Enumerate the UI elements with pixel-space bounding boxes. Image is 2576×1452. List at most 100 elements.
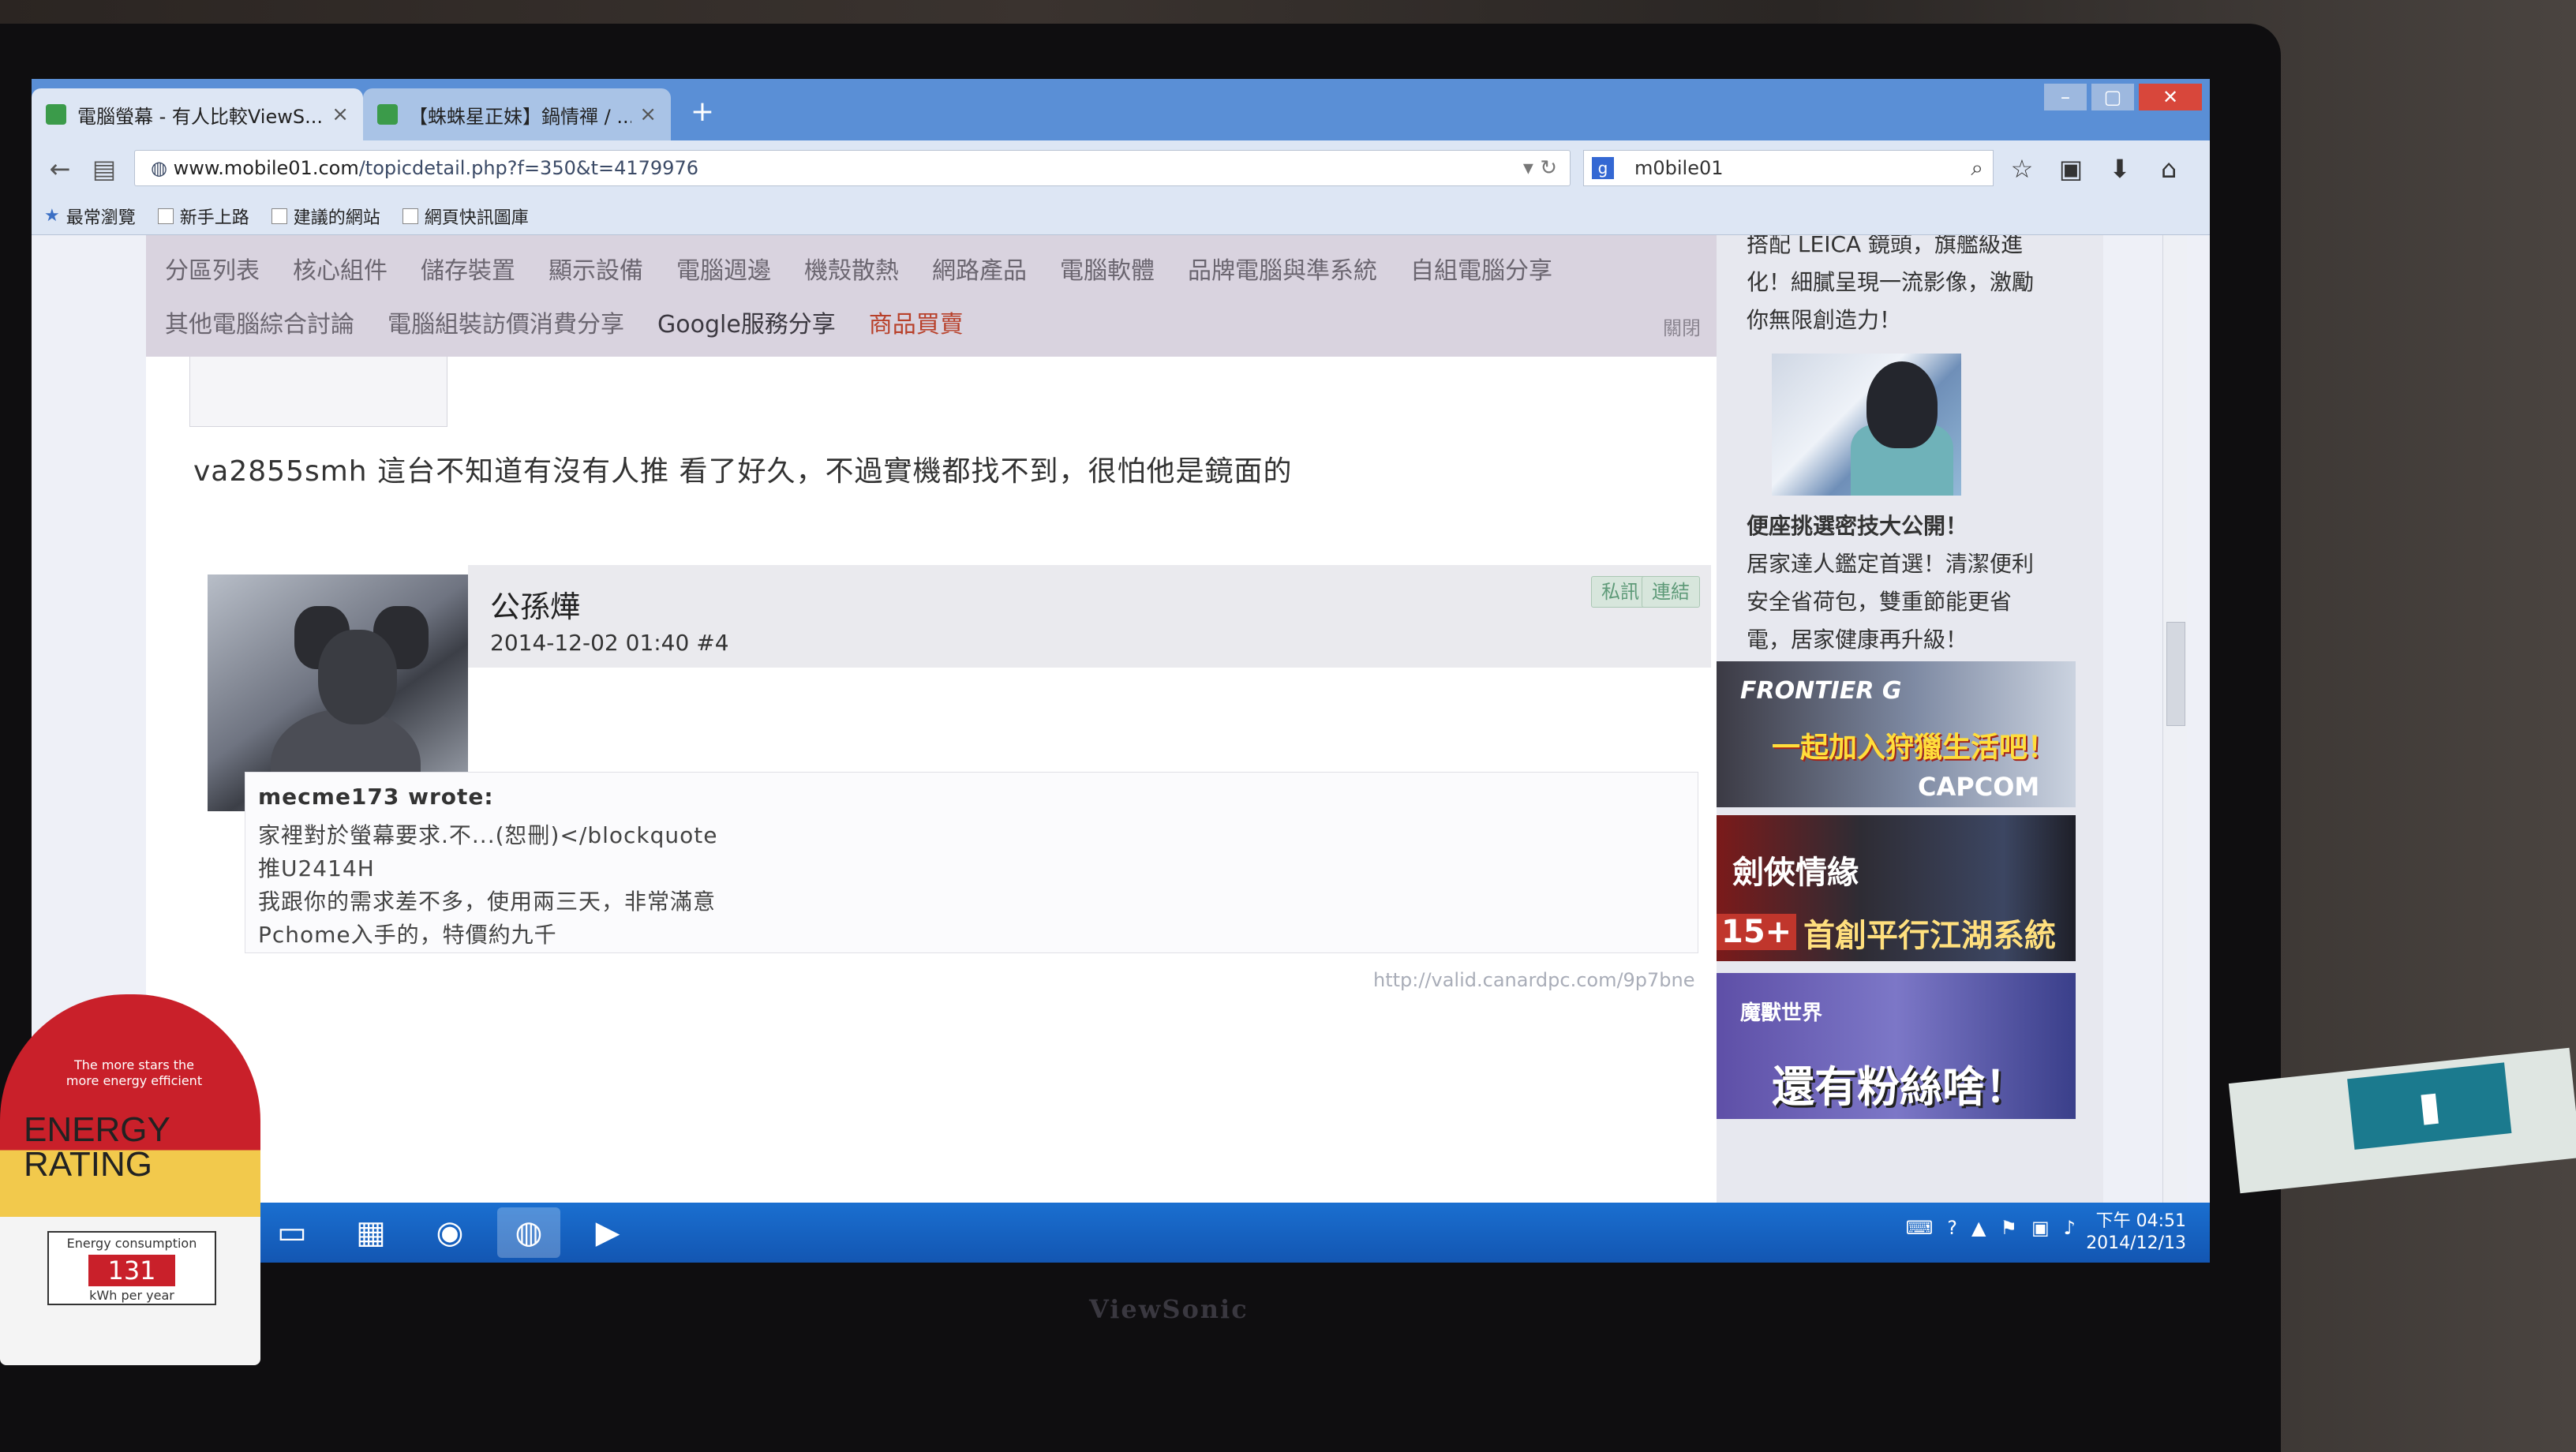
calculator-icon[interactable]: ▦ [339, 1207, 402, 1258]
star-icon[interactable]: ☆ [2005, 153, 2039, 185]
browser-toolbar: ← ▤ ◍ www.mobile01.com/topicdetail.php?f… [32, 140, 2210, 198]
play-icon[interactable]: ▶ [576, 1207, 639, 1258]
post-author[interactable]: 公孫燁 [490, 582, 580, 626]
globe-icon: ◍ [151, 157, 174, 179]
scrollbar-thumb[interactable] [2166, 622, 2185, 726]
flag-icon[interactable]: ⚑ [2000, 1217, 2017, 1239]
nav-item[interactable]: 網路產品 [932, 251, 1027, 286]
firefox-icon[interactable]: ◍ [497, 1207, 560, 1258]
keyboard-icon[interactable]: ⌨ [1906, 1217, 1934, 1239]
sidebar-line: 居家達人鑑定首選！清潔便利 [1747, 551, 2035, 577]
ad-text: 一起加入狩獵生活吧！ [1772, 732, 2057, 764]
minimize-icon[interactable]: – [2044, 84, 2087, 110]
sidebar-article-title[interactable]: 便座挑選密技大公開！ [1747, 507, 2094, 545]
clock[interactable]: 下午 04:51 2014/12/13 [2086, 1211, 2186, 1255]
nav-item[interactable]: 自組電腦分享 [1410, 251, 1552, 286]
url-host: www.mobile01.com [173, 157, 359, 179]
windows-taskbar: ▭ ▦ ◉ ◍ ▶ ⌨ ? ▲ ⚑ ▣ ♪ 下午 04:51 2014/12/1… [32, 1203, 2210, 1263]
network-icon[interactable]: ▣ [2031, 1217, 2050, 1239]
nav-close-button[interactable]: 關閉 [1663, 312, 1701, 340]
folder-icon[interactable]: ▤ [87, 152, 122, 186]
page-icon [271, 208, 287, 224]
site-favicon-icon [377, 104, 398, 125]
ad-text: 魔獸世界 [1740, 1001, 1823, 1025]
forum-nav-row-1: 分區列表 核心組件 儲存裝置 顯示設備 電腦週邊 機殼散熱 網路產品 電腦軟體 … [165, 251, 1552, 286]
bookmark-label: 建議的網站 [293, 208, 380, 228]
post-line: Pchome入手的，特價約九千 [258, 922, 557, 948]
nav-item[interactable]: 其他電腦綜合討論 [165, 305, 354, 339]
explorer-icon[interactable]: ▭ [260, 1207, 324, 1258]
new-tab-button[interactable]: + [685, 96, 720, 128]
bookmark-getting-started[interactable]: 新手上路 [157, 204, 249, 229]
nav-item[interactable]: 電腦週邊 [676, 251, 771, 286]
ad-banner-monster-hunter[interactable]: FRONTIER G 一起加入狩獵生活吧！ CAPCOM [1717, 661, 2076, 807]
energy-consumption-box: Energy consumption 131 kWh per year [47, 1231, 216, 1305]
menu-icon[interactable]: ≡ [2200, 153, 2210, 185]
ad-text: 劍俠情緣 [1732, 855, 1859, 891]
sidebar-line: 搭配 LEICA 鏡頭，旗艦級進 [1747, 235, 2024, 257]
bookmark-suggested-sites[interactable]: 建議的網站 [271, 204, 380, 229]
clock-time: 下午 04:51 [2095, 1211, 2186, 1231]
ad-banner-jx3[interactable]: 劍俠情緣 15+ 首創平行江湖系統 [1717, 815, 2076, 961]
search-input[interactable]: g m0bile01 ⌕ [1583, 150, 1994, 186]
clipboard-icon[interactable]: ▣ [2054, 153, 2088, 185]
sidebar-line: 化！細膩呈現一流影像，激勵 [1747, 269, 2035, 295]
system-tray: ⌨ ? ▲ ⚑ ▣ ♪ [1906, 1217, 2076, 1239]
page-scrollbar[interactable] [2162, 235, 2187, 1203]
sidebar-line: 安全省荷包，雙重節能更省 [1747, 589, 2012, 615]
google-search-icon: g [1592, 157, 1614, 179]
clock-date: 2014/12/13 [2086, 1233, 2186, 1253]
close-window-icon[interactable]: ✕ [2139, 84, 2202, 110]
nav-item[interactable]: Google服務分享 [657, 305, 836, 339]
tab-inactive[interactable]: 【蛛蛛星正妹】鍋情禪 / ... × [363, 88, 671, 140]
private-message-button[interactable]: 私訊 [1591, 576, 1649, 608]
address-bar[interactable]: ◍ www.mobile01.com/topicdetail.php?f=350… [134, 150, 1571, 186]
nav-item[interactable]: 電腦軟體 [1060, 251, 1155, 286]
tab-bar: 電腦螢幕 - 有人比較ViewS... × 【蛛蛛星正妹】鍋情禪 / ... ×… [32, 79, 2210, 140]
sidebar-ad-text: 搭配 LEICA 鏡頭，旗艦級進 化！細膩呈現一流影像，激勵 你無限創造力！ [1747, 235, 2094, 339]
nav-item[interactable]: 儲存裝置 [421, 251, 515, 286]
monitor-brand: ViewSonic [1089, 1294, 1249, 1324]
signature-link[interactable]: http://valid.canardpc.com/9p7bne [1373, 969, 1695, 991]
nav-item[interactable]: 品牌電腦與準系統 [1188, 251, 1377, 286]
previous-post-box [189, 357, 447, 427]
ad-banner-wow[interactable]: 魔獸世界 還有粉絲啥！ [1717, 973, 2076, 1119]
maximize-icon[interactable]: ▢ [2091, 84, 2134, 110]
post-line: 推U2414H [258, 855, 375, 881]
ad-text: 首創平行江湖系統 [1803, 918, 2056, 954]
reload-icon[interactable]: ▾ ↻ [1523, 151, 1557, 185]
page-icon [402, 208, 418, 224]
back-arrow-icon[interactable]: ← [43, 152, 77, 186]
tab-close-icon[interactable]: × [331, 103, 349, 126]
arrow-up-icon[interactable]: ▲ [1971, 1217, 1986, 1239]
site-favicon-icon [46, 104, 66, 125]
sidebar-article-thumbnail[interactable] [1772, 354, 1961, 496]
tab-label: 電腦螢幕 - 有人比較ViewS... [77, 105, 323, 128]
energy-consumption-label: Energy consumption [66, 1236, 197, 1251]
tab-close-icon[interactable]: × [639, 103, 657, 126]
nav-item[interactable]: 機殼散熱 [804, 251, 899, 286]
bookmark-most-visited[interactable]: ★ 最常瀏覽 [44, 204, 136, 229]
tab-active[interactable]: 電腦螢幕 - 有人比較ViewS... × [32, 88, 363, 140]
forum-nav-row-2: 其他電腦綜合討論 電腦組裝訪價消費分享 Google服務分享 商品買賣 [165, 305, 964, 339]
home-icon[interactable]: ⌂ [2151, 153, 2186, 185]
permalink-button[interactable]: 連結 [1642, 576, 1700, 608]
magnifier-icon[interactable]: ⌕ [1971, 151, 1983, 185]
nav-item[interactable]: 核心組件 [293, 251, 388, 286]
nav-item[interactable]: 分區列表 [165, 251, 260, 286]
nav-item-marketplace[interactable]: 商品買賣 [869, 305, 964, 339]
ad-text: 還有粉絲啥！ [1772, 1062, 2027, 1112]
media-player-icon[interactable]: ◉ [418, 1207, 481, 1258]
post-header: 公孫燁 2014-12-02 01:40 #4 私訊 連結 [468, 565, 1711, 668]
help-icon[interactable]: ? [1947, 1217, 1957, 1239]
nav-item[interactable]: 顯示設備 [549, 251, 643, 286]
nav-item[interactable]: 電腦組裝訪價消費分享 [388, 305, 624, 339]
post-floor[interactable]: #4 [696, 630, 728, 656]
page-icon [157, 208, 174, 224]
volume-icon[interactable]: ♪ [2064, 1217, 2076, 1239]
post-body: mecme173 wrote: 家裡對於螢幕要求.不...(恕刪)</block… [245, 772, 1698, 953]
forum-category-nav: 分區列表 核心組件 儲存裝置 顯示設備 電腦週邊 機殼散熱 網路產品 電腦軟體 … [146, 235, 1717, 357]
ad-age-badge: 15+ [1717, 914, 1797, 950]
download-icon[interactable]: ⬇ [2102, 153, 2137, 185]
bookmark-web-slices[interactable]: 網頁快訊圖庫 [402, 204, 529, 229]
